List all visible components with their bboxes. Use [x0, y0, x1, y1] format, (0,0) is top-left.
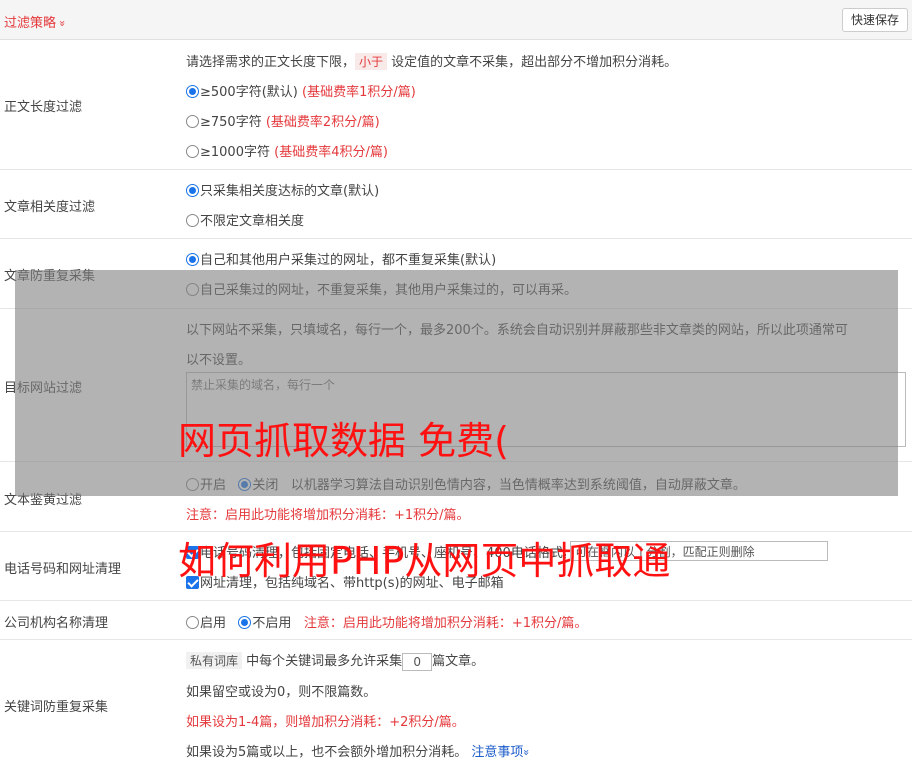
quick-save-button[interactable]: 快速保存: [841, 8, 908, 32]
checkbox-checked-icon[interactable]: [186, 546, 199, 559]
length-option-1000[interactable]: ≥1000字符 (基础费率4积分/篇): [186, 141, 388, 160]
phone-cleanup-text: 电话号码清理，包括固定电话、手机号、座机号、400电话格式，可在框内以 | 分割…: [200, 546, 566, 561]
on-label[interactable]: 启用: [200, 616, 226, 631]
option-note: (基础费率1积分/篇): [302, 85, 416, 100]
chevron-down-icon[interactable]: »: [520, 749, 533, 756]
blocked-domains-textarea[interactable]: [186, 372, 906, 447]
radio-icon[interactable]: [186, 478, 199, 491]
checkbox-checked-icon[interactable]: [186, 576, 199, 589]
option-text: 自己采集过的网址，不重复采集，其他用户采集过的，可以再采。: [200, 283, 578, 298]
row-label: 正文长度过滤: [4, 100, 83, 115]
radio-icon[interactable]: [186, 145, 199, 158]
length-description: 请选择需求的正文长度下限， 小于 设定值的文章不采集，超出部分不增加积分消耗。: [186, 51, 677, 70]
off-label[interactable]: 不启用: [252, 616, 291, 631]
phone-regex-input[interactable]: [570, 541, 828, 561]
row-label: 文本鉴黄过滤: [4, 493, 83, 508]
keyword-line1: 私有词库 中每个关键词最多允许采集 篇文章。: [186, 650, 484, 671]
dedupe-filter-row: 文章防重复采集 自己和其他用户采集过的网址，都不重复采集(默认) 自己采集过的网…: [0, 239, 912, 309]
radio-icon[interactable]: [186, 616, 199, 629]
option-text: ≥500字符(默认): [200, 85, 298, 100]
keyword-line1-pre: 中每个关键词最多允许采集: [246, 654, 403, 669]
radio-icon[interactable]: [186, 214, 199, 227]
keyword-dedupe-row: 关键词防重复采集 私有词库 中每个关键词最多允许采集 篇文章。 如果留空或设为0，…: [0, 640, 912, 768]
keyword-line4: 如果设为5篇或以上，也不会额外增加积分消耗。 注意事项»: [186, 741, 533, 760]
company-options: 启用 不启用 注意：启用此功能将增加积分消耗：+1积分/篇。: [186, 612, 587, 631]
keyword-line1-post: 篇文章。: [432, 654, 485, 669]
target-desc-line2: 以不设置。: [186, 353, 252, 368]
radio-icon[interactable]: [186, 115, 199, 128]
dedupe-option-self[interactable]: 自己采集过的网址，不重复采集，其他用户采集过的，可以再采。: [186, 279, 577, 298]
section-title-text: 过滤策略: [4, 16, 57, 31]
dedupe-option-global[interactable]: 自己和其他用户采集过的网址，都不重复采集(默认): [186, 249, 496, 268]
off-label[interactable]: 关闭: [252, 478, 278, 493]
target-desc-line1: 以下网站不采集，只填域名，每行一个，最多200个。系统会自动识别并屏蔽那些非文章…: [186, 323, 848, 338]
option-text: 自己和其他用户采集过的网址，都不重复采集(默认): [200, 253, 497, 268]
relevance-filter-row: 文章相关度过滤 只采集相关度达标的文章(默认) 不限定文章相关度: [0, 170, 912, 239]
keyword-line4-text: 如果设为5篇或以上，也不会额外增加积分消耗。: [186, 745, 468, 760]
length-filter-row: 正文长度过滤 请选择需求的正文长度下限， 小于 设定值的文章不采集，超出部分不增加…: [0, 40, 912, 170]
notes-link[interactable]: 注意事项: [471, 745, 523, 760]
radio-icon[interactable]: [186, 283, 199, 296]
option-text: ≥1000字符: [200, 145, 270, 160]
private-lexicon-tag[interactable]: 私有词库: [186, 652, 243, 669]
radio-selected-icon[interactable]: [186, 184, 199, 197]
phone-cleanup-option[interactable]: 电话号码清理，包括固定电话、手机号、座机号、400电话格式，可在框内以 | 分割…: [186, 542, 566, 561]
row-label: 关键词防重复采集: [4, 700, 109, 715]
company-notice: 注意：启用此功能将增加积分消耗：+1积分/篇。: [303, 616, 588, 631]
keyword-line2: 如果留空或设为0，则不限篇数。: [186, 685, 377, 700]
row-label: 公司机构名称清理: [4, 616, 109, 631]
on-label[interactable]: 开启: [200, 478, 226, 493]
porn-description: 以机器学习算法自动识别色情内容，当色情概率达到系统阈值，自动屏蔽文章。: [290, 478, 746, 493]
porn-filter-row: 文本鉴黄过滤 开启 关闭 以机器学习算法自动识别色情内容，当色情概率达到系统阈值…: [0, 462, 912, 532]
relevance-option-strict[interactable]: 只采集相关度达标的文章(默认): [186, 180, 379, 199]
porn-notice: 注意：启用此功能将增加积分消耗：+1积分/篇。: [186, 508, 470, 523]
length-option-750[interactable]: ≥750字符 (基础费率2积分/篇): [186, 111, 380, 130]
row-label: 电话号码和网址清理: [4, 562, 122, 577]
length-desc-post: 设定值的文章不采集，超出部分不增加积分消耗。: [391, 55, 678, 70]
radio-selected-icon[interactable]: [186, 85, 199, 98]
less-than-tag: 小于: [355, 53, 388, 70]
url-cleanup-text: 网址清理，包括纯域名、带http(s)的网址、电子邮箱: [200, 576, 504, 591]
option-text: ≥750字符: [200, 115, 262, 130]
option-note: (基础费率4积分/篇): [274, 145, 388, 160]
porn-options: 开启 关闭 以机器学习算法自动识别色情内容，当色情概率达到系统阈值，自动屏蔽文章…: [186, 474, 746, 493]
section-title[interactable]: 过滤策略»: [4, 12, 69, 31]
relevance-option-any[interactable]: 不限定文章相关度: [186, 210, 304, 229]
radio-selected-icon[interactable]: [238, 616, 252, 629]
row-label: 文章防重复采集: [4, 269, 96, 284]
row-label: 文章相关度过滤: [4, 200, 96, 215]
url-cleanup-option[interactable]: 网址清理，包括纯域名、带http(s)的网址、电子邮箱: [186, 572, 504, 591]
option-text: 只采集相关度达标的文章(默认): [200, 184, 380, 199]
length-desc-pre: 请选择需求的正文长度下限，: [186, 55, 356, 70]
radio-selected-icon[interactable]: [186, 253, 199, 266]
option-note: (基础费率2积分/篇): [265, 115, 380, 130]
option-text: 不限定文章相关度: [200, 214, 305, 229]
keyword-line3: 如果设为1-4篇，则增加积分消耗：+2积分/篇。: [186, 715, 465, 730]
filter-strategy-header: 过滤策略» 快速保存: [0, 0, 912, 40]
chevron-down-icon: »: [55, 20, 69, 27]
length-option-500[interactable]: ≥500字符(默认) (基础费率1积分/篇): [186, 81, 416, 100]
row-label: 目标网站过滤: [4, 381, 83, 396]
radio-selected-icon[interactable]: [238, 478, 252, 491]
company-cleanup-row: 公司机构名称清理 启用 不启用 注意：启用此功能将增加积分消耗：+1积分/篇。: [0, 601, 912, 640]
keyword-max-count-input[interactable]: [402, 652, 433, 671]
